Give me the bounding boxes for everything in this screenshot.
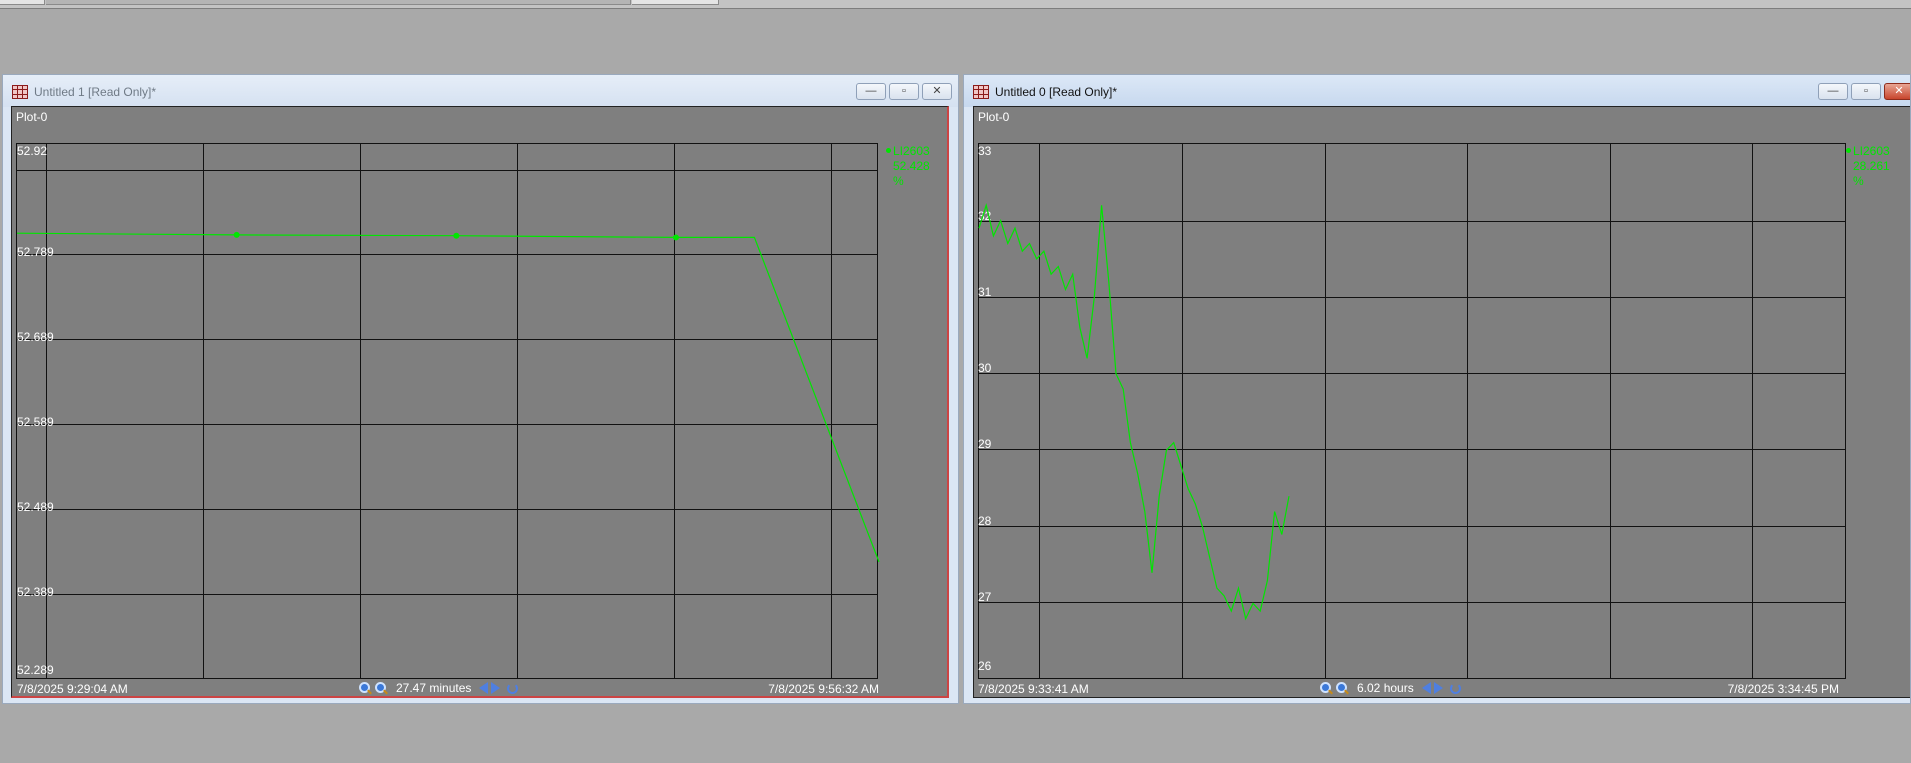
time-controls: 6.02 hours [1320, 681, 1461, 695]
zoom-in-icon[interactable] [1320, 681, 1333, 695]
trend-chart-svg [16, 231, 880, 563]
scroll-forward-icon[interactable] [1433, 682, 1443, 694]
end-time: 7/8/2025 3:34:45 PM [1727, 682, 1839, 696]
legend[interactable]: LI2603 52.428 % [886, 144, 930, 189]
top-taskbar [0, 0, 1911, 9]
start-time: 7/8/2025 9:33:41 AM [978, 682, 1089, 696]
legend-tag: LI2603 [1853, 144, 1890, 158]
legend[interactable]: LI2603 28.261 % [1846, 144, 1890, 189]
data-point-marker [233, 231, 240, 238]
trend-window-untitled-0[interactable]: Untitled 0 [Read Only]* — ▫ ✕ Plot-0 33 … [963, 74, 1911, 704]
scroll-back-icon[interactable] [479, 682, 489, 694]
start-time: 7/8/2025 9:29:04 AM [17, 682, 128, 696]
taskbar-tab-right[interactable] [632, 0, 719, 5]
refresh-icon[interactable] [507, 682, 519, 694]
minimize-button[interactable]: — [856, 83, 886, 100]
end-time: 7/8/2025 9:56:32 AM [768, 682, 879, 696]
trend-window-untitled-1[interactable]: Untitled 1 [Read Only]* — ▫ ✕ Plot-0 52.… [2, 74, 959, 704]
plot-area[interactable]: Plot-0 52.92 52.789 52.689 52.589 52.489… [11, 106, 949, 698]
data-point-marker [453, 232, 460, 239]
maximize-button[interactable]: ▫ [889, 83, 919, 100]
trend-chart-svg [978, 203, 1290, 621]
scroll-back-icon[interactable] [1421, 682, 1431, 694]
window-title: Untitled 1 [Read Only]* [34, 85, 157, 99]
legend-value: 28.261 [1853, 159, 1890, 173]
data-point-marker [672, 234, 679, 241]
window-titlebar[interactable]: Untitled 0 [Read Only]* — ▫ ✕ [964, 75, 1910, 107]
refresh-icon[interactable] [1449, 682, 1461, 694]
close-button[interactable]: ✕ [1884, 83, 1910, 100]
maximize-button[interactable]: ▫ [1851, 83, 1881, 100]
legend-dot-icon [886, 148, 891, 153]
legend-value: 52.428 [893, 159, 930, 173]
series-line-LI2603 [978, 203, 1290, 621]
window-titlebar[interactable]: Untitled 1 [Read Only]* — ▫ ✕ [3, 75, 958, 107]
time-range-duration[interactable]: 6.02 hours [1357, 681, 1414, 695]
plot-area[interactable]: Plot-0 33 32 31 30 29 28 27 26 LI2603 28… [973, 106, 1910, 698]
time-controls: 27.47 minutes [359, 681, 519, 695]
scroll-forward-icon[interactable] [491, 682, 501, 694]
zoom-out-icon[interactable] [375, 681, 388, 695]
minimize-button[interactable]: — [1818, 83, 1848, 100]
zoom-in-icon[interactable] [359, 681, 372, 695]
series-line-LI2603 [16, 232, 880, 563]
zoom-out-icon[interactable] [1336, 681, 1349, 695]
time-range-duration[interactable]: 27.47 minutes [396, 681, 471, 695]
taskbar-tab-wide[interactable] [46, 0, 631, 5]
taskbar-tab-left[interactable] [0, 0, 45, 5]
app-grid-icon [973, 85, 989, 99]
legend-unit: % [1853, 174, 1864, 188]
legend-unit: % [893, 174, 904, 188]
app-grid-icon [12, 85, 28, 99]
legend-tag: LI2603 [893, 144, 930, 158]
close-button[interactable]: ✕ [922, 83, 952, 100]
window-title: Untitled 0 [Read Only]* [995, 85, 1118, 99]
legend-dot-icon [1846, 148, 1851, 153]
